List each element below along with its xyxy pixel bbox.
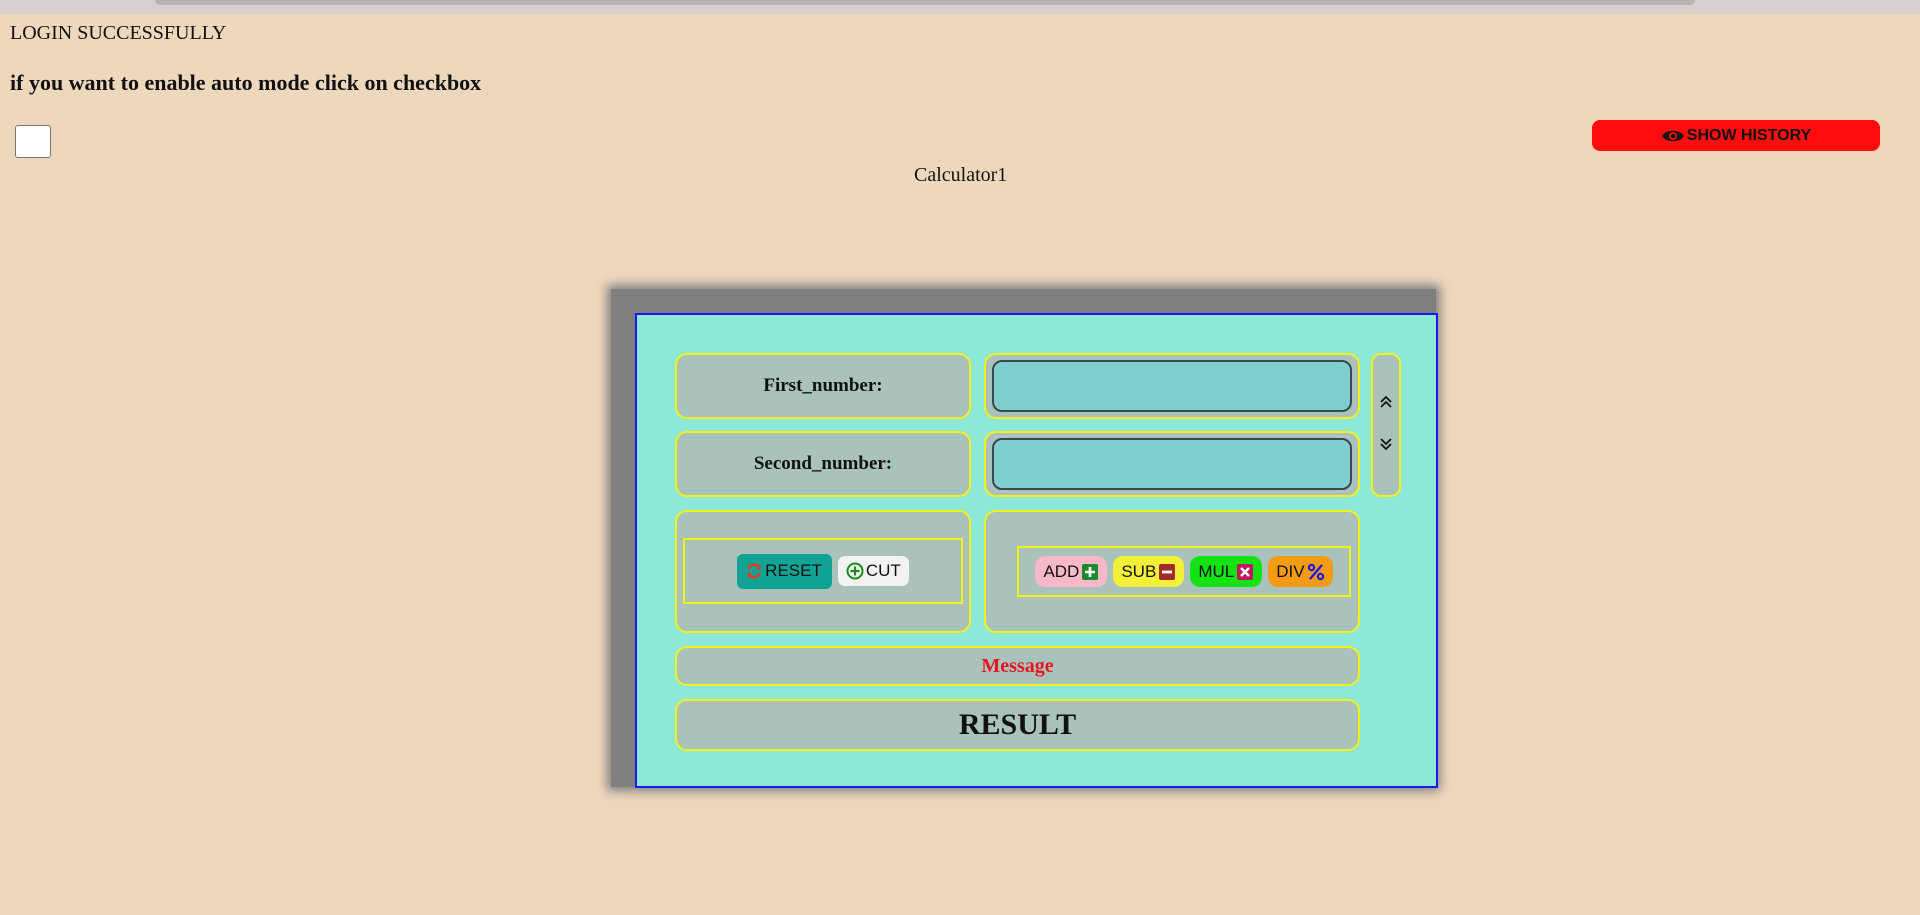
add-button[interactable]: ADD xyxy=(1035,556,1108,587)
cut-button[interactable]: CUT xyxy=(837,556,909,586)
refresh-icon xyxy=(747,563,761,579)
plus-circle-icon xyxy=(846,562,864,580)
sub-label: SUB xyxy=(1121,561,1157,581)
double-chevron-down-icon[interactable] xyxy=(1378,436,1394,452)
controls-frame: RESET CUT xyxy=(683,538,963,604)
first-number-input-box xyxy=(984,353,1360,419)
first-number-input[interactable] xyxy=(992,360,1352,412)
message-box: Message xyxy=(675,646,1360,686)
second-number-input[interactable] xyxy=(992,438,1352,490)
second-number-label-box: Second_number: xyxy=(675,431,971,497)
add-label: ADD xyxy=(1043,561,1080,581)
sub-button[interactable]: SUB xyxy=(1113,556,1185,587)
horizontal-scrollbar[interactable] xyxy=(155,0,1695,5)
eye-icon xyxy=(1661,130,1684,141)
swap-arrows-box xyxy=(1371,353,1401,497)
mul-label: MUL xyxy=(1198,561,1235,581)
auto-mode-hint: if you want to enable auto mode click on… xyxy=(10,70,482,95)
double-chevron-up-icon[interactable] xyxy=(1378,394,1394,410)
show-history-label: SHOW HISTORY xyxy=(1686,126,1812,144)
times-square-icon xyxy=(1237,563,1254,580)
reset-label: RESET xyxy=(765,561,822,580)
second-number-label: Second_number: xyxy=(753,453,893,474)
reset-button[interactable]: RESET xyxy=(737,553,832,589)
calculator-title: Calculator1 xyxy=(914,164,1008,186)
message-text: Message xyxy=(981,654,1054,677)
operations-box: ADD SUB MUL DIV xyxy=(984,510,1360,633)
second-number-input-box xyxy=(984,431,1360,497)
login-status-text: LOGIN SUCCESSFULLY xyxy=(10,22,227,44)
controls-box: RESET CUT xyxy=(675,510,971,633)
minus-square-icon xyxy=(1159,563,1176,580)
operations-frame: ADD SUB MUL DIV xyxy=(1017,546,1351,597)
cut-label: CUT xyxy=(865,561,901,580)
div-button[interactable]: DIV xyxy=(1268,556,1333,587)
auto-mode-checkbox[interactable] xyxy=(15,125,51,158)
show-history-button[interactable]: SHOW HISTORY xyxy=(1592,120,1880,151)
first-number-label: First_number: xyxy=(763,375,883,396)
mul-button[interactable]: MUL xyxy=(1190,556,1263,587)
result-box: RESULT xyxy=(675,699,1360,751)
result-text: RESULT xyxy=(958,708,1077,741)
div-label: DIV xyxy=(1276,561,1305,581)
percent-icon xyxy=(1307,563,1324,580)
first-number-label-box: First_number: xyxy=(675,353,971,419)
calculator-panel: First_number: Second_number: RESET CUT A… xyxy=(635,313,1438,788)
browser-top-bar xyxy=(0,0,1920,14)
plus-square-icon xyxy=(1082,563,1099,580)
